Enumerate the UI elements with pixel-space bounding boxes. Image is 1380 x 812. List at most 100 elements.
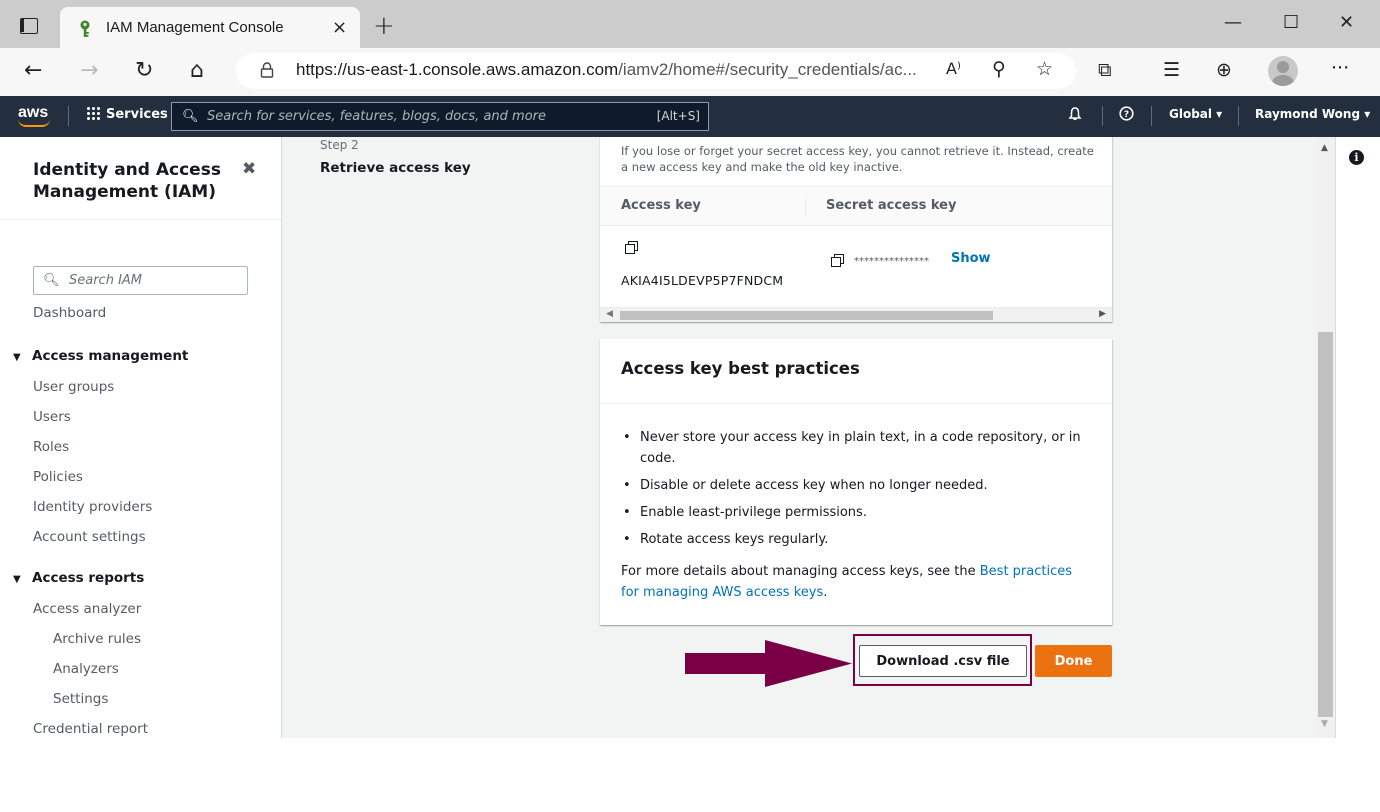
search-iam-input[interactable]: 🔍︎ Search IAM	[33, 266, 248, 295]
step-label: Step 2	[320, 138, 359, 152]
help-icon[interactable]: ?	[1119, 106, 1134, 125]
best-practices-more: For more details about managing access k…	[621, 561, 1091, 603]
sidebar-title: Identity and Access Management (IAM)	[33, 160, 221, 202]
keys-table-header: Access key Secret access key	[600, 186, 1112, 226]
best-practices-card: Access key best practices Never store yo…	[600, 339, 1112, 625]
sidebar-item-archive-rules[interactable]: Archive rules	[53, 631, 141, 647]
download-csv-button[interactable]: Download .csv file	[859, 645, 1027, 677]
card-divider	[600, 403, 1112, 404]
secret-key-masked: ***************	[854, 256, 929, 267]
profile-avatar[interactable]	[1268, 56, 1298, 86]
tab-title: IAM Management Console	[106, 19, 284, 36]
favorites-icon[interactable]: ☰	[1163, 59, 1180, 81]
url-text: https://us-east-1.console.aws.amazon.com…	[296, 60, 917, 80]
caret-down-icon: ▼	[13, 574, 21, 585]
region-selector[interactable]: Global ▾	[1169, 107, 1222, 121]
sidebar-section-access-reports[interactable]: ▼ Access reports	[13, 570, 144, 586]
aws-search-input[interactable]: 🔍︎ Search for services, features, blogs,…	[171, 102, 709, 131]
read-aloud-icon[interactable]: A⁾	[946, 59, 961, 78]
list-item: Enable least-privilege permissions.	[621, 502, 1091, 523]
column-divider	[805, 197, 806, 217]
forward-icon[interactable]: →	[80, 58, 98, 83]
section-heading: Access management	[32, 348, 189, 364]
sidebar-item-user-groups[interactable]: User groups	[33, 379, 114, 395]
sidebar-item-identity-providers[interactable]: Identity providers	[33, 499, 152, 515]
workspaces-icon[interactable]	[20, 18, 38, 34]
tab-strip: IAM Management Console × + — ☐ ✕	[0, 0, 1380, 55]
sidebar-item-analyzers[interactable]: Analyzers	[53, 661, 119, 677]
search-icon: 🔍︎	[43, 273, 60, 288]
step-title[interactable]: Retrieve access key	[320, 160, 471, 176]
sidebar-item-dashboard[interactable]: Dashboard	[33, 305, 106, 321]
home-icon[interactable]: ⌂	[190, 58, 204, 83]
scrollbar-thumb[interactable]	[1318, 332, 1333, 717]
scrollbar-thumb[interactable]	[620, 311, 993, 320]
tab-close-icon[interactable]: ×	[332, 17, 347, 38]
url-path: /iamv2/home#/security_credentials/ac...	[618, 60, 917, 79]
scroll-up-icon[interactable]: ▲	[1321, 143, 1328, 153]
services-label: Services	[106, 107, 168, 122]
annotation-arrow-icon	[685, 640, 852, 687]
sidebar-item-settings[interactable]: Settings	[53, 691, 108, 707]
sidebar-item-policies[interactable]: Policies	[33, 469, 83, 485]
scroll-down-icon[interactable]: ▼	[1321, 719, 1328, 729]
main-content: Step 2 Retrieve access key If you lose o…	[282, 137, 1316, 738]
scroll-right-icon[interactable]: ▶	[1099, 309, 1106, 319]
best-practices-list: Never store your access key in plain tex…	[621, 427, 1091, 556]
search-shortcut: [Alt+S]	[656, 109, 700, 123]
list-item: Rotate access keys regularly.	[621, 529, 1091, 550]
column-header-access-key: Access key	[621, 198, 701, 213]
back-icon[interactable]: ←	[24, 58, 42, 83]
page-vertical-scrollbar[interactable]: ▲ ▼	[1316, 137, 1335, 738]
list-item: Disable or delete access key when no lon…	[621, 475, 1091, 496]
retrieve-key-card: If you lose or forget your secret access…	[600, 137, 1112, 322]
search-icon: 🔍︎	[182, 109, 199, 124]
caret-down-icon: ▼	[13, 352, 21, 363]
more-prefix: For more details about managing access k…	[621, 564, 980, 579]
services-menu[interactable]: Services	[86, 106, 168, 122]
notifications-icon[interactable]	[1068, 107, 1082, 125]
copy-access-key-icon[interactable]	[625, 241, 638, 254]
new-tab-icon[interactable]: +	[373, 12, 395, 40]
help-panel: i	[1335, 137, 1380, 738]
collections-icon[interactable]: ⊕	[1216, 59, 1232, 81]
url-field[interactable]: https://us-east-1.console.aws.amazon.com…	[236, 53, 1076, 89]
help-glyph: ?	[1124, 110, 1129, 120]
maximize-icon[interactable]: ☐	[1283, 12, 1299, 33]
sidebar-item-users[interactable]: Users	[33, 409, 71, 425]
search-placeholder: Search for services, features, blogs, do…	[207, 109, 546, 124]
table-horizontal-scrollbar[interactable]: ◀ ▶	[600, 307, 1112, 322]
minimize-icon[interactable]: —	[1224, 12, 1242, 33]
scroll-left-icon[interactable]: ◀	[606, 309, 613, 319]
grid-icon	[86, 106, 100, 120]
best-practices-title: Access key best practices	[621, 359, 860, 378]
zoom-icon[interactable]: ⚲	[992, 58, 1006, 80]
sidebar-item-credential-report[interactable]: Credential report	[33, 721, 148, 737]
window-close-icon[interactable]: ✕	[1339, 12, 1354, 33]
list-item: Never store your access key in plain tex…	[621, 427, 1091, 469]
lock-icon[interactable]	[260, 62, 274, 78]
done-button[interactable]: Done	[1035, 645, 1112, 677]
sidebar-item-access-analyzer[interactable]: Access analyzer	[33, 601, 141, 617]
bell-icon	[1068, 107, 1082, 121]
column-header-secret-key: Secret access key	[826, 198, 957, 213]
copy-secret-key-icon[interactable]	[831, 254, 844, 267]
close-sidebar-icon[interactable]: ✖	[242, 159, 256, 179]
iam-sidebar: Identity and Access Management (IAM) ✖ 🔍…	[0, 137, 282, 738]
more-icon[interactable]: ···	[1331, 57, 1349, 79]
account-menu[interactable]: Raymond Wong ▾	[1255, 107, 1370, 121]
reload-icon[interactable]: ↻	[135, 58, 153, 83]
address-bar: ← → ↻ ⌂ https://us-east-1.console.aws.am…	[0, 48, 1380, 96]
sidebar-section-access-management[interactable]: ▼ Access management	[13, 348, 188, 364]
extensions-icon[interactable]: ⧉	[1098, 59, 1112, 81]
add-favorite-icon[interactable]: ☆	[1036, 58, 1053, 80]
show-secret-link[interactable]: Show	[951, 251, 991, 266]
aws-logo[interactable]: aws	[18, 102, 52, 130]
sidebar-item-roles[interactable]: Roles	[33, 439, 69, 455]
aws-smile-icon	[18, 119, 50, 127]
search-iam-placeholder: Search IAM	[69, 273, 143, 288]
sidebar-item-account-settings[interactable]: Account settings	[33, 529, 146, 545]
nav-divider	[1238, 106, 1239, 126]
more-suffix: .	[823, 585, 828, 600]
info-icon[interactable]: i	[1349, 150, 1364, 165]
